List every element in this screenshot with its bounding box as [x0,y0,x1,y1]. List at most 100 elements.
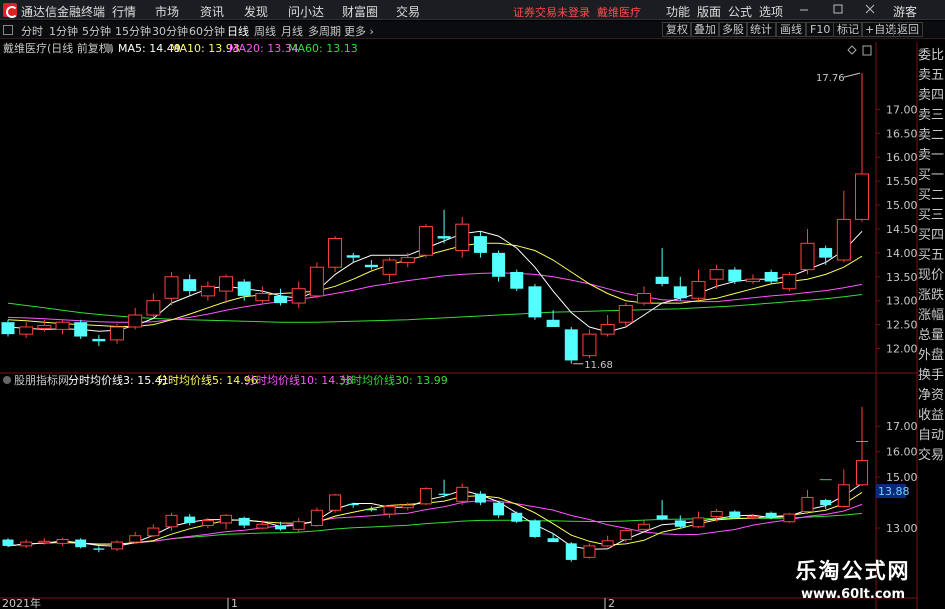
main-candle [764,271,778,282]
legend-avg3: 分时均价线3: 15.41 [68,373,169,387]
sub-candle [820,500,832,506]
main-candle [146,300,161,316]
sub-candle [165,514,178,528]
sidebar-item[interactable]: 总量 [918,324,945,344]
sub-candle [256,523,269,529]
main-candle [455,223,470,251]
sub-candle [129,535,142,543]
legend-avg30: 分时均价线30: 13.99 [340,373,448,387]
xaxis-label: 1 [231,597,238,609]
sub-candle [2,539,14,546]
yaxis-tick-label: 16.50 [886,127,918,140]
sub-candle [438,493,450,495]
sidebar-item[interactable]: 卖三 [918,104,945,124]
sidebar-item[interactable]: 涨跌 [918,284,945,304]
yaxis-tick-label: 17.00 [886,103,918,116]
main-candle [618,304,633,323]
main-candle [418,226,433,256]
sub-candle [347,503,359,506]
maximize-icon [833,4,843,14]
sub-candle [547,538,559,543]
high-price-label: 17.76 [816,73,845,84]
sub-candle [565,543,577,560]
sidebar-item[interactable]: 买四 [918,224,945,244]
main-candle [855,173,869,220]
main-candle [291,288,306,304]
sub-candle [493,502,505,516]
main-candle [745,278,760,283]
main-candle [110,326,125,341]
yaxis-tick-label: 15.00 [886,199,918,212]
main-candle [74,322,88,337]
sidebar-item[interactable]: 买三 [918,204,945,224]
sidebar-item[interactable]: 卖四 [918,84,945,104]
main-candle [655,276,669,284]
main-candle [546,319,560,327]
diamond-icon[interactable] [847,45,857,55]
sub-legend-settings-icon[interactable] [3,376,11,384]
panel-icon[interactable] [862,45,872,56]
main-candle [528,286,542,318]
sub-candle [275,525,287,530]
sub-candle [601,540,614,547]
sub-candle [765,512,777,518]
sub-candle [383,505,396,515]
window-controls[interactable] [0,0,945,20]
yaxis-tick-label: 14.50 [886,223,918,236]
sidebar-item[interactable]: 收益 [918,404,945,424]
sub-candle [75,539,87,548]
high-arrow [843,72,861,78]
sidebar-item[interactable]: 委比 [918,44,945,64]
sub-candle [637,523,650,530]
yaxis-tick-label: 14.00 [886,247,918,260]
sub-yaxis-tick-label: 16.00 [886,446,918,459]
sub-candle [710,511,723,518]
sidebar-item[interactable]: 交易 [918,444,945,464]
main-candle [1,322,15,335]
yaxis-tick-label: 12.00 [886,342,918,355]
sub-candle [456,486,469,502]
main-candle [364,264,378,268]
kline-chart[interactable]: 戴维医疗(日线 前复权) MA5: 14.49 MA10: 13.93 MA20… [0,20,918,609]
sub-candle [238,517,250,526]
sidebar-item[interactable]: 卖五 [918,64,945,84]
main-candle [92,338,106,342]
sub-candle [310,509,323,527]
main-candle [19,326,34,335]
sidebar-item[interactable]: 卖二 [918,124,945,144]
main-candle [183,279,197,292]
sub-candle [93,548,105,550]
main-candle [673,286,687,299]
sub-candle [856,460,868,486]
main-candle [473,236,487,253]
sidebar-item[interactable]: 买一 [918,164,945,184]
yaxis-tick-label: 15.50 [886,175,918,188]
sidebar-item[interactable]: 现价 [918,264,945,284]
ma10-line [7,242,863,327]
menu-bar: 通达信金融终端 行情 市场 资讯 发现 问小达 财富圈 交易 证券交易未登录 戴… [0,0,945,20]
legend-settings-icon[interactable] [105,44,113,52]
sub-candle [692,517,705,528]
main-candle [819,248,833,258]
sidebar-item[interactable]: 涨幅 [918,304,945,324]
main-candle [200,285,215,297]
sidebar-item[interactable]: 买五 [918,244,945,264]
main-chart-title: 戴维医疗(日线 前复权) [3,41,114,55]
sub-chart-title: 股朋指标网 [14,373,69,387]
main-candle [728,269,742,282]
current-value: 13.88 [878,485,910,498]
sidebar-item[interactable]: 净资 [918,384,945,404]
sidebar-item[interactable]: 外盘 [918,344,945,364]
sidebar-item[interactable]: 卖一 [918,144,945,164]
sub-candle [729,511,741,518]
sidebar-item[interactable]: 换手 [918,364,945,384]
main-candle [328,238,343,268]
main-candle [55,321,70,330]
sidebar-item[interactable]: 自动 [918,424,945,444]
yaxis-tick-label: 16.00 [886,151,918,164]
yaxis-tick-label: 13.00 [886,295,918,308]
main-candle [510,271,524,289]
sub-yaxis-tick-label: 15.00 [886,471,918,484]
sidebar-item[interactable]: 买二 [918,184,945,204]
xaxis-label: 2 [608,597,615,609]
